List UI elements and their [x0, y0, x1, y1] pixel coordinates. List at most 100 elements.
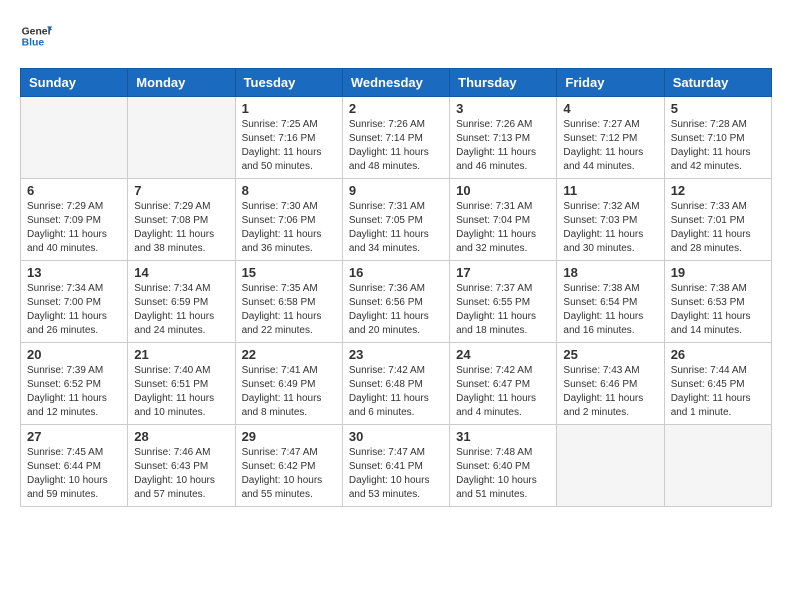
day-sunrise: Sunrise: 7:42 AM [349, 364, 443, 378]
day-daylight: Daylight: 11 hours and 18 minutes. [456, 310, 550, 338]
day-sunrise: Sunrise: 7:48 AM [456, 446, 550, 460]
day-number: 23 [349, 347, 443, 362]
day-daylight: Daylight: 11 hours and 36 minutes. [242, 228, 336, 256]
calendar-day-cell: 8 Sunrise: 7:30 AM Sunset: 7:06 PM Dayli… [235, 179, 342, 261]
day-number: 6 [27, 183, 121, 198]
day-daylight: Daylight: 11 hours and 46 minutes. [456, 146, 550, 174]
calendar-day-cell: 28 Sunrise: 7:46 AM Sunset: 6:43 PM Dayl… [128, 425, 235, 507]
calendar-day-cell: 5 Sunrise: 7:28 AM Sunset: 7:10 PM Dayli… [664, 97, 771, 179]
day-sunrise: Sunrise: 7:30 AM [242, 200, 336, 214]
day-daylight: Daylight: 11 hours and 30 minutes. [563, 228, 657, 256]
calendar-day-cell: 7 Sunrise: 7:29 AM Sunset: 7:08 PM Dayli… [128, 179, 235, 261]
day-sunrise: Sunrise: 7:36 AM [349, 282, 443, 296]
day-number: 25 [563, 347, 657, 362]
day-number: 26 [671, 347, 765, 362]
calendar-day-cell: 23 Sunrise: 7:42 AM Sunset: 6:48 PM Dayl… [342, 343, 449, 425]
day-daylight: Daylight: 11 hours and 10 minutes. [134, 392, 228, 420]
day-sunset: Sunset: 7:03 PM [563, 214, 657, 228]
day-number: 22 [242, 347, 336, 362]
weekday-header: Friday [557, 69, 664, 97]
day-daylight: Daylight: 10 hours and 53 minutes. [349, 474, 443, 502]
calendar-day-cell: 11 Sunrise: 7:32 AM Sunset: 7:03 PM Dayl… [557, 179, 664, 261]
calendar-day-cell: 20 Sunrise: 7:39 AM Sunset: 6:52 PM Dayl… [21, 343, 128, 425]
day-sunrise: Sunrise: 7:35 AM [242, 282, 336, 296]
day-sunset: Sunset: 6:52 PM [27, 378, 121, 392]
weekday-header: Thursday [450, 69, 557, 97]
day-sunrise: Sunrise: 7:39 AM [27, 364, 121, 378]
day-sunset: Sunset: 6:56 PM [349, 296, 443, 310]
day-number: 31 [456, 429, 550, 444]
day-sunset: Sunset: 6:40 PM [456, 460, 550, 474]
day-daylight: Daylight: 10 hours and 51 minutes. [456, 474, 550, 502]
day-daylight: Daylight: 11 hours and 22 minutes. [242, 310, 336, 338]
calendar-week-row: 6 Sunrise: 7:29 AM Sunset: 7:09 PM Dayli… [21, 179, 772, 261]
day-daylight: Daylight: 11 hours and 50 minutes. [242, 146, 336, 174]
day-sunset: Sunset: 7:01 PM [671, 214, 765, 228]
day-sunrise: Sunrise: 7:25 AM [242, 118, 336, 132]
day-number: 18 [563, 265, 657, 280]
day-number: 20 [27, 347, 121, 362]
day-number: 13 [27, 265, 121, 280]
calendar-day-cell: 10 Sunrise: 7:31 AM Sunset: 7:04 PM Dayl… [450, 179, 557, 261]
day-sunrise: Sunrise: 7:29 AM [27, 200, 121, 214]
day-sunset: Sunset: 7:14 PM [349, 132, 443, 146]
calendar-day-cell: 22 Sunrise: 7:41 AM Sunset: 6:49 PM Dayl… [235, 343, 342, 425]
day-sunrise: Sunrise: 7:45 AM [27, 446, 121, 460]
calendar-day-cell: 6 Sunrise: 7:29 AM Sunset: 7:09 PM Dayli… [21, 179, 128, 261]
day-sunrise: Sunrise: 7:33 AM [671, 200, 765, 214]
day-sunrise: Sunrise: 7:26 AM [456, 118, 550, 132]
calendar-day-cell: 17 Sunrise: 7:37 AM Sunset: 6:55 PM Dayl… [450, 261, 557, 343]
day-number: 24 [456, 347, 550, 362]
day-sunset: Sunset: 6:49 PM [242, 378, 336, 392]
day-sunset: Sunset: 7:05 PM [349, 214, 443, 228]
day-daylight: Daylight: 11 hours and 28 minutes. [671, 228, 765, 256]
day-daylight: Daylight: 11 hours and 1 minute. [671, 392, 765, 420]
day-daylight: Daylight: 10 hours and 57 minutes. [134, 474, 228, 502]
calendar-day-cell: 29 Sunrise: 7:47 AM Sunset: 6:42 PM Dayl… [235, 425, 342, 507]
weekday-header: Sunday [21, 69, 128, 97]
calendar-day-cell: 30 Sunrise: 7:47 AM Sunset: 6:41 PM Dayl… [342, 425, 449, 507]
page-header: General Blue [20, 20, 772, 52]
logo: General Blue [20, 20, 52, 52]
day-daylight: Daylight: 11 hours and 44 minutes. [563, 146, 657, 174]
calendar-week-row: 27 Sunrise: 7:45 AM Sunset: 6:44 PM Dayl… [21, 425, 772, 507]
calendar-day-cell: 4 Sunrise: 7:27 AM Sunset: 7:12 PM Dayli… [557, 97, 664, 179]
day-sunrise: Sunrise: 7:43 AM [563, 364, 657, 378]
day-sunset: Sunset: 7:09 PM [27, 214, 121, 228]
calendar-day-cell: 27 Sunrise: 7:45 AM Sunset: 6:44 PM Dayl… [21, 425, 128, 507]
calendar-day-cell: 21 Sunrise: 7:40 AM Sunset: 6:51 PM Dayl… [128, 343, 235, 425]
day-daylight: Daylight: 11 hours and 2 minutes. [563, 392, 657, 420]
day-sunset: Sunset: 7:08 PM [134, 214, 228, 228]
day-sunset: Sunset: 6:47 PM [456, 378, 550, 392]
day-daylight: Daylight: 11 hours and 16 minutes. [563, 310, 657, 338]
day-sunrise: Sunrise: 7:34 AM [134, 282, 228, 296]
day-number: 8 [242, 183, 336, 198]
day-sunrise: Sunrise: 7:34 AM [27, 282, 121, 296]
day-daylight: Daylight: 11 hours and 26 minutes. [27, 310, 121, 338]
calendar-day-cell: 9 Sunrise: 7:31 AM Sunset: 7:05 PM Dayli… [342, 179, 449, 261]
day-sunset: Sunset: 6:59 PM [134, 296, 228, 310]
calendar-day-cell [21, 97, 128, 179]
day-sunrise: Sunrise: 7:41 AM [242, 364, 336, 378]
day-daylight: Daylight: 11 hours and 24 minutes. [134, 310, 228, 338]
day-daylight: Daylight: 11 hours and 32 minutes. [456, 228, 550, 256]
calendar-day-cell: 24 Sunrise: 7:42 AM Sunset: 6:47 PM Dayl… [450, 343, 557, 425]
logo-icon: General Blue [20, 20, 52, 52]
calendar-day-cell: 1 Sunrise: 7:25 AM Sunset: 7:16 PM Dayli… [235, 97, 342, 179]
day-number: 4 [563, 101, 657, 116]
day-sunrise: Sunrise: 7:42 AM [456, 364, 550, 378]
day-sunrise: Sunrise: 7:26 AM [349, 118, 443, 132]
day-sunset: Sunset: 7:10 PM [671, 132, 765, 146]
day-number: 15 [242, 265, 336, 280]
day-number: 7 [134, 183, 228, 198]
day-sunset: Sunset: 6:53 PM [671, 296, 765, 310]
calendar-week-row: 1 Sunrise: 7:25 AM Sunset: 7:16 PM Dayli… [21, 97, 772, 179]
day-daylight: Daylight: 11 hours and 14 minutes. [671, 310, 765, 338]
day-sunrise: Sunrise: 7:38 AM [563, 282, 657, 296]
day-sunrise: Sunrise: 7:44 AM [671, 364, 765, 378]
day-number: 17 [456, 265, 550, 280]
day-sunset: Sunset: 7:13 PM [456, 132, 550, 146]
day-sunrise: Sunrise: 7:47 AM [349, 446, 443, 460]
day-sunset: Sunset: 7:04 PM [456, 214, 550, 228]
day-number: 5 [671, 101, 765, 116]
